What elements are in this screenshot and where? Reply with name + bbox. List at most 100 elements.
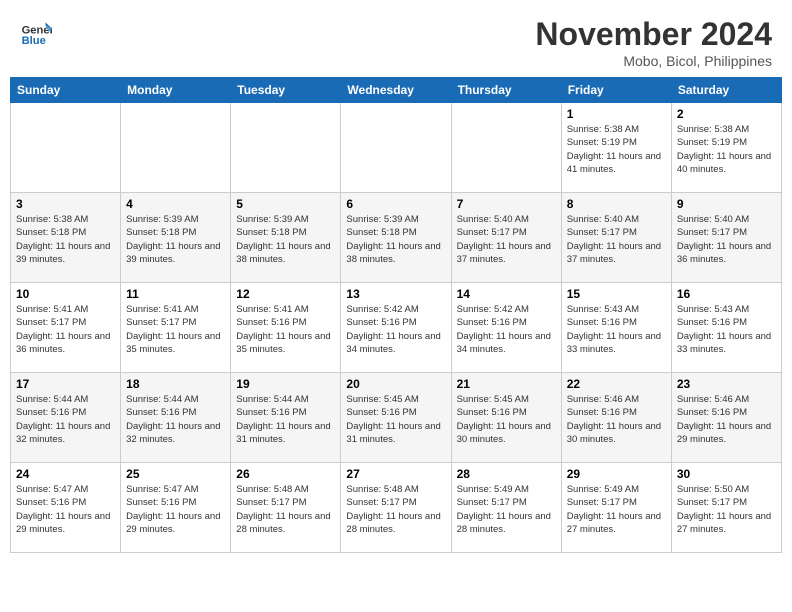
page-header: General Blue November 2024 Mobo, Bicol, … [0, 0, 792, 77]
day-detail: Sunrise: 5:39 AM Sunset: 5:18 PM Dayligh… [236, 213, 335, 266]
day-number: 21 [457, 377, 556, 391]
calendar-cell: 9 Sunrise: 5:40 AM Sunset: 5:17 PM Daylig… [671, 193, 781, 283]
calendar-cell: 23Sunrise: 5:46 AM Sunset: 5:16 PM Dayli… [671, 373, 781, 463]
day-detail: Sunrise: 5:47 AM Sunset: 5:16 PM Dayligh… [16, 483, 115, 536]
calendar-cell [341, 103, 451, 193]
day-number: 2 [677, 107, 776, 121]
day-detail: Sunrise: 5:39 AM Sunset: 5:18 PM Dayligh… [126, 213, 225, 266]
day-number: 7 [457, 197, 556, 211]
day-detail: Sunrise: 5:44 AM Sunset: 5:16 PM Dayligh… [126, 393, 225, 446]
day-number: 17 [16, 377, 115, 391]
calendar-cell: 14Sunrise: 5:42 AM Sunset: 5:16 PM Dayli… [451, 283, 561, 373]
day-detail: Sunrise: 5:45 AM Sunset: 5:16 PM Dayligh… [346, 393, 445, 446]
weekday-header-tuesday: Tuesday [231, 78, 341, 103]
calendar-cell: 18 Sunrise: 5:44 AM Sunset: 5:16 PM Dayli… [121, 373, 231, 463]
day-number: 6 [346, 197, 445, 211]
logo-icon: General Blue [20, 16, 52, 48]
weekday-header-friday: Friday [561, 78, 671, 103]
day-detail: Sunrise: 5:38 AM Sunset: 5:18 PM Dayligh… [16, 213, 115, 266]
day-number: 9 [677, 197, 776, 211]
day-number: 19 [236, 377, 335, 391]
day-number: 5 [236, 197, 335, 211]
month-title: November 2024 [535, 16, 772, 53]
calendar-cell: 1Sunrise: 5:38 AM Sunset: 5:19 PM Daylig… [561, 103, 671, 193]
day-detail: Sunrise: 5:40 AM Sunset: 5:17 PM Dayligh… [677, 213, 776, 266]
calendar-week-1: 1Sunrise: 5:38 AM Sunset: 5:19 PM Daylig… [11, 103, 782, 193]
day-detail: Sunrise: 5:41 AM Sunset: 5:17 PM Dayligh… [126, 303, 225, 356]
calendar-cell: 19Sunrise: 5:44 AM Sunset: 5:16 PM Dayli… [231, 373, 341, 463]
weekday-header-saturday: Saturday [671, 78, 781, 103]
day-detail: Sunrise: 5:41 AM Sunset: 5:16 PM Dayligh… [236, 303, 335, 356]
calendar-cell: 15Sunrise: 5:43 AM Sunset: 5:16 PM Dayli… [561, 283, 671, 373]
weekday-header-monday: Monday [121, 78, 231, 103]
day-detail: Sunrise: 5:43 AM Sunset: 5:16 PM Dayligh… [567, 303, 666, 356]
day-number: 22 [567, 377, 666, 391]
calendar-week-5: 24Sunrise: 5:47 AM Sunset: 5:16 PM Dayli… [11, 463, 782, 553]
day-detail: Sunrise: 5:44 AM Sunset: 5:16 PM Dayligh… [16, 393, 115, 446]
day-detail: Sunrise: 5:39 AM Sunset: 5:18 PM Dayligh… [346, 213, 445, 266]
day-detail: Sunrise: 5:38 AM Sunset: 5:19 PM Dayligh… [677, 123, 776, 176]
calendar-cell: 30 Sunrise: 5:50 AM Sunset: 5:17 PM Dayli… [671, 463, 781, 553]
calendar-table: SundayMondayTuesdayWednesdayThursdayFrid… [10, 77, 782, 553]
day-detail: Sunrise: 5:38 AM Sunset: 5:19 PM Dayligh… [567, 123, 666, 176]
day-detail: Sunrise: 5:49 AM Sunset: 5:17 PM Dayligh… [457, 483, 556, 536]
calendar-wrapper: SundayMondayTuesdayWednesdayThursdayFrid… [0, 77, 792, 563]
calendar-cell: 2 Sunrise: 5:38 AM Sunset: 5:19 PM Daylig… [671, 103, 781, 193]
calendar-cell [11, 103, 121, 193]
day-number: 26 [236, 467, 335, 481]
day-detail: Sunrise: 5:49 AM Sunset: 5:17 PM Dayligh… [567, 483, 666, 536]
day-detail: Sunrise: 5:43 AM Sunset: 5:16 PM Dayligh… [677, 303, 776, 356]
calendar-cell [451, 103, 561, 193]
day-detail: Sunrise: 5:48 AM Sunset: 5:17 PM Dayligh… [346, 483, 445, 536]
day-number: 30 [677, 467, 776, 481]
day-number: 23 [677, 377, 776, 391]
logo: General Blue [20, 16, 52, 48]
day-number: 14 [457, 287, 556, 301]
calendar-cell [121, 103, 231, 193]
day-number: 12 [236, 287, 335, 301]
calendar-week-2: 3 Sunrise: 5:38 AM Sunset: 5:18 PM Daylig… [11, 193, 782, 283]
calendar-cell: 6 Sunrise: 5:39 AM Sunset: 5:18 PM Daylig… [341, 193, 451, 283]
calendar-cell: 8Sunrise: 5:40 AM Sunset: 5:17 PM Daylig… [561, 193, 671, 283]
calendar-cell: 13Sunrise: 5:42 AM Sunset: 5:16 PM Dayli… [341, 283, 451, 373]
calendar-cell: 7 Sunrise: 5:40 AM Sunset: 5:17 PM Daylig… [451, 193, 561, 283]
calendar-cell [231, 103, 341, 193]
weekday-header-sunday: Sunday [11, 78, 121, 103]
day-number: 20 [346, 377, 445, 391]
calendar-cell: 24Sunrise: 5:47 AM Sunset: 5:16 PM Dayli… [11, 463, 121, 553]
day-number: 25 [126, 467, 225, 481]
day-detail: Sunrise: 5:41 AM Sunset: 5:17 PM Dayligh… [16, 303, 115, 356]
day-number: 18 [126, 377, 225, 391]
svg-text:Blue: Blue [22, 35, 46, 47]
location: Mobo, Bicol, Philippines [535, 53, 772, 69]
day-number: 27 [346, 467, 445, 481]
calendar-cell: 29 Sunrise: 5:49 AM Sunset: 5:17 PM Dayli… [561, 463, 671, 553]
calendar-cell: 17 Sunrise: 5:44 AM Sunset: 5:16 PM Dayli… [11, 373, 121, 463]
calendar-body: 1Sunrise: 5:38 AM Sunset: 5:19 PM Daylig… [11, 103, 782, 553]
calendar-cell: 11Sunrise: 5:41 AM Sunset: 5:17 PM Dayli… [121, 283, 231, 373]
calendar-cell: 28 Sunrise: 5:49 AM Sunset: 5:17 PM Dayli… [451, 463, 561, 553]
day-detail: Sunrise: 5:47 AM Sunset: 5:16 PM Dayligh… [126, 483, 225, 536]
weekday-header-row: SundayMondayTuesdayWednesdayThursdayFrid… [11, 78, 782, 103]
calendar-cell: 10 Sunrise: 5:41 AM Sunset: 5:17 PM Dayli… [11, 283, 121, 373]
calendar-header: SundayMondayTuesdayWednesdayThursdayFrid… [11, 78, 782, 103]
day-detail: Sunrise: 5:45 AM Sunset: 5:16 PM Dayligh… [457, 393, 556, 446]
calendar-cell: 12 Sunrise: 5:41 AM Sunset: 5:16 PM Dayli… [231, 283, 341, 373]
day-number: 3 [16, 197, 115, 211]
calendar-cell: 27 Sunrise: 5:48 AM Sunset: 5:17 PM Dayli… [341, 463, 451, 553]
day-number: 8 [567, 197, 666, 211]
weekday-header-wednesday: Wednesday [341, 78, 451, 103]
day-detail: Sunrise: 5:46 AM Sunset: 5:16 PM Dayligh… [567, 393, 666, 446]
day-number: 16 [677, 287, 776, 301]
day-number: 10 [16, 287, 115, 301]
calendar-cell: 4Sunrise: 5:39 AM Sunset: 5:18 PM Daylig… [121, 193, 231, 283]
day-detail: Sunrise: 5:40 AM Sunset: 5:17 PM Dayligh… [457, 213, 556, 266]
day-detail: Sunrise: 5:50 AM Sunset: 5:17 PM Dayligh… [677, 483, 776, 536]
title-section: November 2024 Mobo, Bicol, Philippines [535, 16, 772, 69]
calendar-cell: 3 Sunrise: 5:38 AM Sunset: 5:18 PM Daylig… [11, 193, 121, 283]
calendar-cell: 16 Sunrise: 5:43 AM Sunset: 5:16 PM Dayli… [671, 283, 781, 373]
calendar-week-4: 17 Sunrise: 5:44 AM Sunset: 5:16 PM Dayli… [11, 373, 782, 463]
day-number: 13 [346, 287, 445, 301]
day-number: 28 [457, 467, 556, 481]
day-number: 29 [567, 467, 666, 481]
